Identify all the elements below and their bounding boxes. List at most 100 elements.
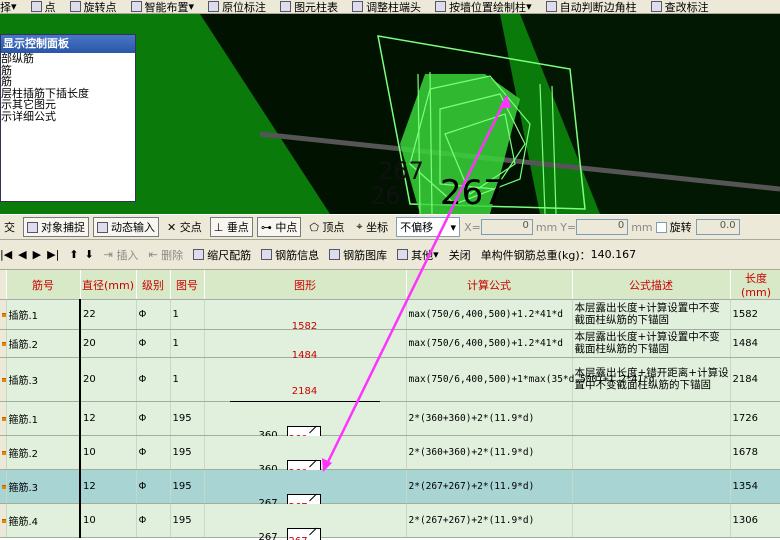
vertex-toggle[interactable]: ⬠ 顶点 [305, 217, 348, 237]
x-input[interactable]: 0 [480, 219, 533, 235]
column-header[interactable]: 公式描述 [572, 270, 731, 300]
object-snap-toggle[interactable]: 对象捕捉 [23, 217, 89, 237]
grade[interactable]: Φ [136, 357, 171, 402]
close-button[interactable]: 关闭 [449, 247, 471, 263]
diameter[interactable]: 10 [80, 435, 137, 470]
formula-description[interactable] [572, 435, 731, 470]
column-header[interactable]: 图形 [204, 270, 407, 300]
grade[interactable]: Φ [136, 299, 171, 330]
first-button[interactable]: |◀ [0, 248, 12, 261]
dynamic-input-toggle[interactable]: 动态输入 [93, 217, 159, 237]
table-row[interactable]: 箍筋.312Φ1952672672*(267+267)+2*(11.9*d) 13… [0, 469, 780, 514]
toolbar-find-annotate[interactable]: 查改标注 [650, 0, 709, 13]
rebar-name[interactable]: 箍筋.3 [6, 469, 81, 504]
shape-cell[interactable]: 360360 [204, 401, 407, 446]
toolbar-adjust-end[interactable]: 调整柱端头 [352, 0, 421, 13]
next-button[interactable]: ▶ [33, 248, 41, 261]
column-header[interactable]: 级别 [136, 270, 171, 300]
prev-button[interactable]: ◀ [18, 248, 26, 261]
rebar-name[interactable]: 插筋.1 [6, 299, 81, 330]
shape-cell[interactable]: 2184 [204, 357, 407, 402]
grade[interactable]: Φ [136, 435, 171, 470]
diameter[interactable]: 10 [80, 503, 137, 538]
length[interactable]: 1582 [730, 299, 780, 330]
formula[interactable]: max(750/6,400,500)+1.2*41*d [406, 299, 573, 330]
perpendicular-toggle[interactable]: ⊥ 垂点 [209, 217, 253, 237]
shape-cell[interactable]: 1582 [204, 299, 407, 337]
grade[interactable]: Φ [136, 329, 171, 358]
toolbar-draw-by-wall[interactable]: 按墙位置绘制柱 ▾ [435, 0, 532, 13]
diameter[interactable]: 12 [80, 469, 137, 504]
rebar-name[interactable]: 插筋.2 [6, 329, 81, 358]
length[interactable]: 1306 [730, 503, 780, 538]
diameter[interactable]: 20 [80, 329, 137, 358]
column-header[interactable]: 筋号 [6, 270, 81, 300]
rebar-name[interactable]: 插筋.3 [6, 357, 81, 402]
move-up-button[interactable]: ⬆ [69, 248, 78, 261]
formula[interactable]: 2*(360+360)+2*(11.9*d) [406, 435, 573, 470]
formula-description[interactable] [572, 469, 731, 504]
other-menu[interactable]: 其他 ▾ [397, 247, 439, 263]
rebar-name[interactable]: 箍筋.1 [6, 401, 81, 436]
table-row[interactable]: 箍筋.112Φ1953603602*(360+360)+2*(11.9*d) 17… [0, 401, 780, 446]
offset-select[interactable]: 不偏移 ▾ [396, 217, 461, 237]
shape-cell[interactable]: 267267 [204, 469, 407, 514]
figure-number[interactable]: 1 [170, 329, 205, 358]
length[interactable]: 1678 [730, 435, 780, 470]
formula-description[interactable]: 本层露出长度+错开距离+计算设置中不变截面柱纵筋的下锚固 [572, 357, 731, 402]
table-row[interactable]: 插筋.2 20 Φ 1 1484 max(750/6,400,500)+1.2*41*d 本… [0, 329, 780, 366]
3d-viewport[interactable]: 267 26 267 显示控制面板 部纵筋 筋 筋 层柱插筋下插长度 示其它图元… [0, 14, 780, 214]
length[interactable]: 1484 [730, 329, 780, 358]
insert-button[interactable]: ⇥ 插入 [104, 247, 139, 263]
toolbar-column-table[interactable]: 图元柱表 [280, 0, 338, 13]
column-header[interactable]: 计算公式 [406, 270, 573, 300]
column-header[interactable]: 直径(mm) [80, 270, 137, 300]
grade[interactable]: Φ [136, 401, 171, 436]
formula-description[interactable]: 本层露出长度+计算设置中不变截面柱纵筋的下锚固 [572, 329, 731, 358]
toolbar-select[interactable]: 择 ▾ [0, 0, 17, 13]
rebar-info-button[interactable]: 钢筋信息 [261, 247, 319, 263]
rebar-name[interactable]: 箍筋.4 [6, 503, 81, 538]
column-header[interactable]: 长度(mm) [730, 270, 780, 300]
move-down-button[interactable]: ⬇ [85, 248, 94, 261]
toolbar-auto-corner[interactable]: 自动判断边角柱 [545, 0, 637, 13]
rebar-name[interactable]: 箍筋.2 [6, 435, 81, 470]
coordinate-toggle[interactable]: ⌖ 坐标 [352, 217, 392, 237]
diameter[interactable]: 12 [80, 401, 137, 436]
panel-item[interactable]: 筋 [1, 64, 135, 77]
length[interactable]: 1726 [730, 401, 780, 436]
shape-cell[interactable]: 1484 [204, 329, 407, 366]
figure-number[interactable]: 195 [170, 401, 205, 436]
figure-number[interactable]: 195 [170, 503, 205, 538]
panel-item[interactable]: 部纵筋 [1, 53, 135, 65]
diameter[interactable]: 20 [80, 357, 137, 402]
diameter[interactable]: 22 [80, 299, 137, 330]
column-header[interactable]: 图号 [170, 270, 205, 300]
shape-cell[interactable]: 267267 [204, 503, 407, 540]
toolbar-inplace-annotate[interactable]: 原位标注 [208, 0, 266, 13]
formula-description[interactable] [572, 503, 731, 538]
panel-item[interactable]: 示其它图元 [1, 99, 135, 111]
length[interactable]: 1354 [730, 469, 780, 504]
midpoint-toggle[interactable]: ⊶ 中点 [256, 217, 302, 237]
figure-number[interactable]: 1 [170, 357, 205, 402]
figure-number[interactable]: 195 [170, 435, 205, 470]
panel-title[interactable]: 显示控制面板 [1, 35, 135, 53]
delete-button[interactable]: ⇤ 删除 [148, 247, 183, 263]
formula[interactable]: 2*(267+267)+2*(11.9*d) [406, 503, 573, 538]
table-row[interactable]: 箍筋.210Φ1953603602*(360+360)+2*(11.9*d) 16… [0, 435, 780, 480]
toolbar-rotate-point[interactable]: 旋转点 [69, 0, 117, 13]
y-input[interactable]: 0 [576, 219, 629, 235]
formula[interactable]: 2*(267+267)+2*(11.9*d) [406, 469, 573, 504]
table-row[interactable]: 插筋.1 22 Φ 1 1582 max(750/6,400,500)+1.2*41*d 本… [0, 299, 780, 337]
figure-number[interactable]: 195 [170, 469, 205, 504]
formula[interactable]: max(750/6,400,500)+1*max(35*d,500)+1.2*4… [406, 357, 654, 402]
rotate-checkbox[interactable] [655, 221, 667, 233]
grade[interactable]: Φ [136, 503, 171, 538]
figure-number[interactable]: 1 [170, 299, 205, 330]
intersect-toggle[interactable]: 交 [0, 217, 19, 237]
table-row[interactable]: 插筋.3 20 Φ 1 2184 max(750/6,400,500)+1*max(35*… [0, 357, 780, 402]
scale-rebar-button[interactable]: 缩尺配筋 [193, 247, 251, 263]
rotate-input[interactable]: 0.0 [695, 219, 740, 235]
table-row[interactable]: 箍筋.410Φ195 267 267 2*(267+267)+2*(11.9*d) 13… [0, 503, 780, 540]
